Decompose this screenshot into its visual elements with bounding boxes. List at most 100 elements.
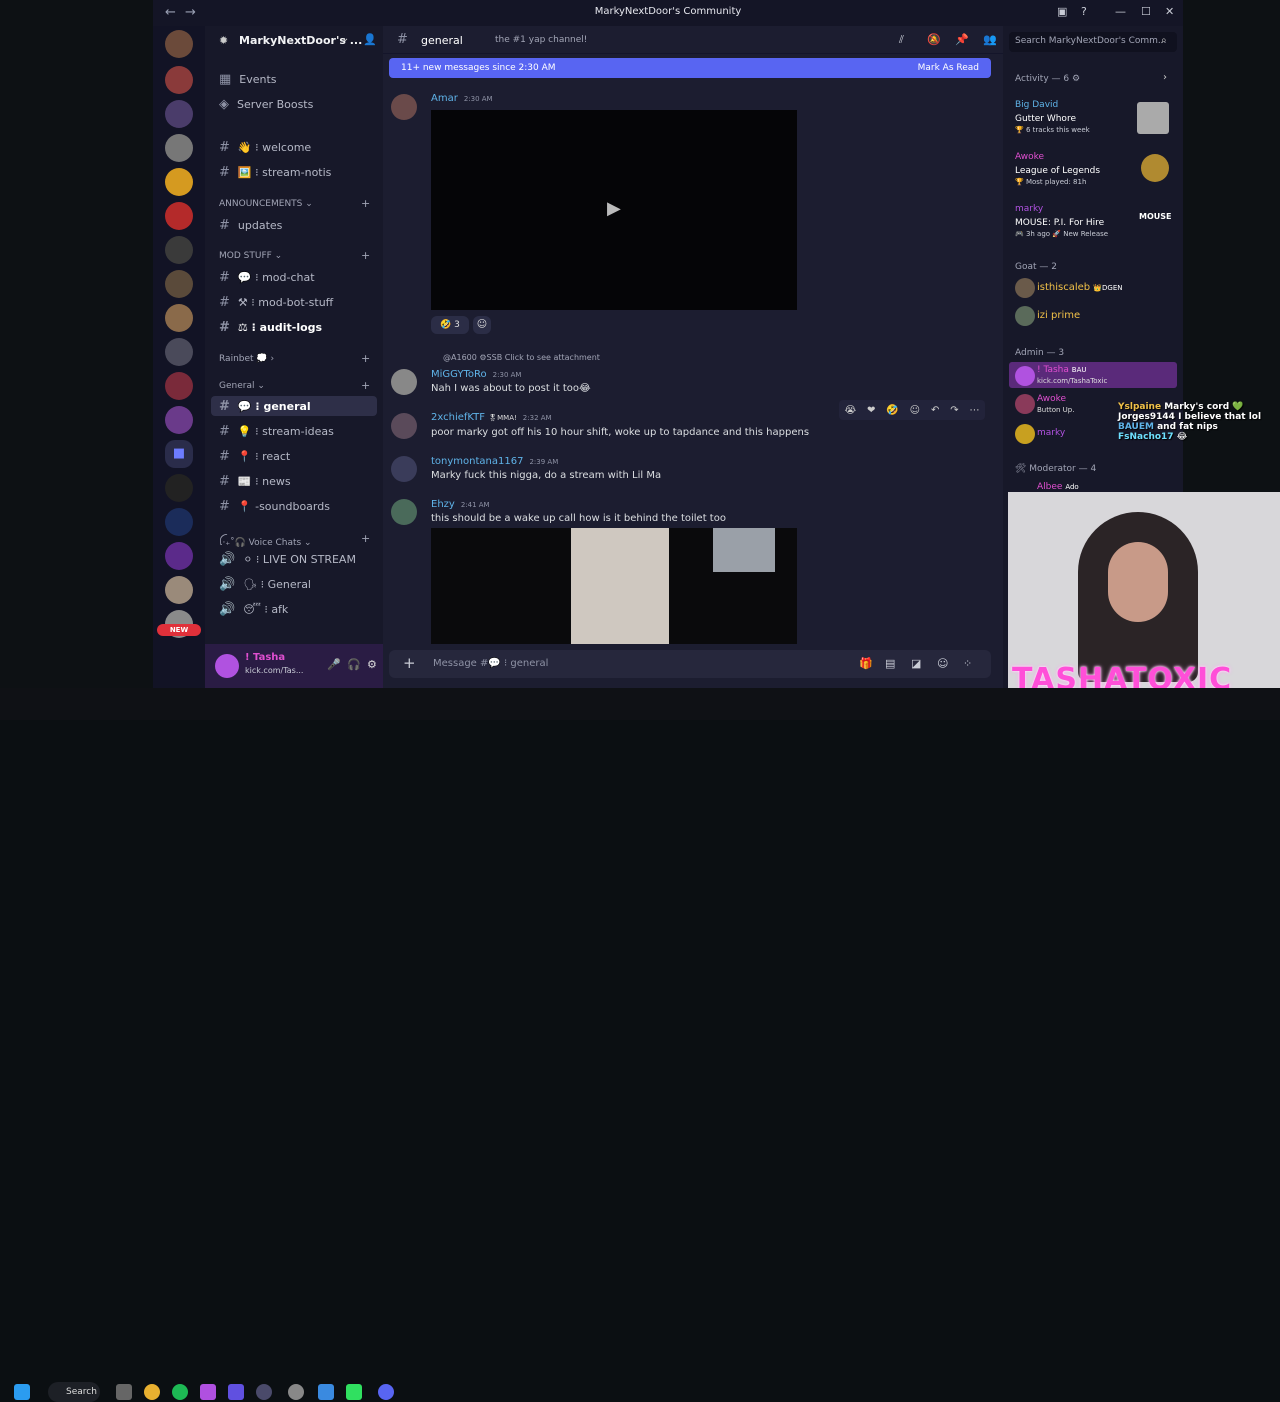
message-author[interactable]: MiGGYToRo 2:30 AM (431, 369, 521, 380)
server-icon[interactable] (165, 66, 193, 94)
add-reaction-icon[interactable]: ☺ (910, 405, 920, 416)
gift-icon[interactable]: 🎁 (859, 657, 873, 670)
search-input[interactable]: Search MarkyNextDoor's Comm... ⌕ (1009, 32, 1177, 52)
message-input[interactable]: + Message #💬 ⁝ general 🎁 ▤ ◪ ☺ ⁘ (389, 650, 991, 678)
chrome-icon[interactable] (144, 1384, 160, 1400)
obs-icon[interactable] (288, 1384, 304, 1400)
server-icon[interactable] (165, 372, 193, 400)
sticker-icon[interactable]: ◪ (911, 657, 921, 670)
add-channel-icon[interactable]: + (361, 352, 370, 365)
reply-reference[interactable]: @A1600 ⚙SSB Click to see attachment (443, 353, 600, 362)
notes-icon[interactable] (318, 1384, 334, 1400)
server-icon[interactable] (165, 508, 193, 536)
category-voice-chats[interactable]: ꪶ‧₊˚🎧 Voice Chats ⌄ (219, 534, 312, 553)
laugh-icon[interactable]: 🤣 (886, 405, 898, 416)
server-icon[interactable] (165, 270, 193, 298)
avatar[interactable] (391, 456, 417, 482)
maximize-button[interactable]: ☐ (1141, 5, 1151, 18)
message-author[interactable]: Amar 2:30 AM (431, 93, 493, 104)
windows-start-icon[interactable] (14, 1384, 30, 1400)
channel-soundboards[interactable]: # 📍 -soundboards (219, 499, 330, 514)
play-icon[interactable]: ▶ (607, 198, 621, 219)
video-attachment[interactable]: ▶ (431, 110, 797, 310)
server-icon[interactable] (165, 202, 193, 230)
more-icon[interactable]: ⋯ (970, 405, 980, 416)
avatar[interactable] (1015, 424, 1035, 444)
close-button[interactable]: ✕ (1165, 5, 1174, 18)
apps-icon[interactable]: ⁘ (963, 657, 972, 670)
heart-icon[interactable]: ❤ (867, 405, 875, 416)
message-author[interactable]: 2xchiefKTF 🎖MMA! 2:32 AM (431, 412, 552, 423)
kick-icon[interactable] (346, 1384, 362, 1400)
category-general[interactable]: General ⌄ (219, 381, 265, 391)
avatar[interactable] (1015, 394, 1035, 414)
server-icon[interactable] (165, 30, 193, 58)
server-icon[interactable] (165, 236, 193, 264)
server-icon[interactable] (165, 406, 193, 434)
channel-welcome[interactable]: # 👋 ⁝ welcome (219, 140, 311, 155)
category-rainbet[interactable]: Rainbet 💭 › (219, 354, 274, 364)
member-name[interactable]: Awoke (1037, 394, 1066, 404)
member-name[interactable]: izi prime (1037, 310, 1080, 321)
channel-mod-bot-stuff[interactable]: # ⚒ ⁝ mod-bot-stuff (219, 295, 333, 310)
category-announcements[interactable]: ANNOUNCEMENTS ⌄ (219, 199, 313, 209)
forward-icon[interactable]: ↷ (950, 405, 958, 416)
server-icon[interactable] (165, 304, 193, 332)
add-attachment-icon[interactable]: + (403, 654, 416, 672)
threads-icon[interactable]: ⫽ (899, 33, 904, 47)
avatar[interactable] (391, 94, 417, 120)
add-channel-icon[interactable]: + (361, 249, 370, 262)
add-user-icon[interactable]: 👤 (363, 33, 377, 46)
add-reaction-icon[interactable]: ☺ (473, 316, 491, 334)
add-channel-icon[interactable]: + (361, 197, 370, 210)
server-icon[interactable] (165, 168, 193, 196)
app-icon[interactable] (228, 1384, 244, 1400)
microphone-icon[interactable]: 🎤 (327, 658, 341, 671)
server-icon[interactable] (165, 474, 193, 502)
member-name[interactable]: Albee Ado (1037, 482, 1079, 492)
events-link[interactable]: ▦ Events (219, 72, 277, 87)
voice-afk[interactable]: 🔊 😴 ⁝ afk (219, 602, 288, 617)
activity-user[interactable]: Awoke (1015, 152, 1044, 162)
server-icon[interactable] (165, 100, 193, 128)
avatar[interactable] (1015, 278, 1035, 298)
channel-stream-notis[interactable]: # 🖼️ ⁝ stream-notis (219, 165, 331, 180)
folder-icon[interactable]: ■ (165, 440, 193, 468)
mark-as-read-button[interactable]: Mark As Read (918, 63, 979, 73)
category-mod-stuff[interactable]: MOD STUFF ⌄ (219, 251, 282, 261)
member-name[interactable]: isthiscaleb 👑DGEN (1037, 282, 1123, 293)
reply-icon[interactable]: ↶ (931, 405, 939, 416)
inbox-icon[interactable]: ▣ (1057, 5, 1067, 18)
activity-user[interactable]: Big David (1015, 100, 1058, 110)
taskbar-search[interactable]: Search (48, 1382, 100, 1402)
voice-live-on-stream[interactable]: 🔊 ⚪ ⁝ LIVE ON STREAM (219, 552, 356, 567)
image-attachment[interactable] (431, 528, 797, 644)
spotify-icon[interactable] (172, 1384, 188, 1400)
channel-stream-ideas[interactable]: # 💡 ⁝ stream-ideas (219, 424, 334, 439)
boosts-link[interactable]: ◈ Server Boosts (219, 97, 313, 112)
server-icon[interactable] (165, 338, 193, 366)
voice-general[interactable]: 🔊 🗣 ⁝ General (219, 577, 311, 592)
message-author[interactable]: Ehzy 2:41 AM (431, 499, 490, 510)
task-view-icon[interactable] (116, 1384, 132, 1400)
channel-audit-logs[interactable]: # ⚖ ⁝ audit-logs (219, 320, 322, 335)
avatar[interactable] (215, 654, 239, 678)
mute-icon[interactable]: 🔕 (927, 33, 941, 46)
add-channel-icon[interactable]: + (361, 379, 370, 392)
add-channel-icon[interactable]: + (361, 532, 370, 545)
avatar[interactable] (391, 369, 417, 395)
help-icon[interactable]: ? (1081, 5, 1087, 18)
app-icon[interactable] (256, 1384, 272, 1400)
emoji-icon[interactable]: ☺ (937, 657, 948, 670)
avatar[interactable] (391, 413, 417, 439)
channel-mod-chat[interactable]: # 💬 ⁝ mod-chat (219, 270, 315, 285)
minimize-button[interactable]: — (1115, 5, 1126, 18)
server-icon[interactable] (165, 576, 193, 604)
new-messages-bar[interactable]: 11+ new messages since 2:30 AM Mark As R… (389, 58, 991, 78)
chevron-right-icon[interactable]: › (1163, 72, 1167, 83)
member-name[interactable]: ! Tasha BAU (1037, 365, 1087, 375)
server-header[interactable]: ✹ MarkyNextDoor's ... ⌄ 👤 (205, 26, 383, 56)
channel-news[interactable]: # 📰 ⁝ news (219, 474, 291, 489)
activity-user[interactable]: marky (1015, 204, 1043, 214)
headphones-icon[interactable]: 🎧 (347, 658, 361, 671)
